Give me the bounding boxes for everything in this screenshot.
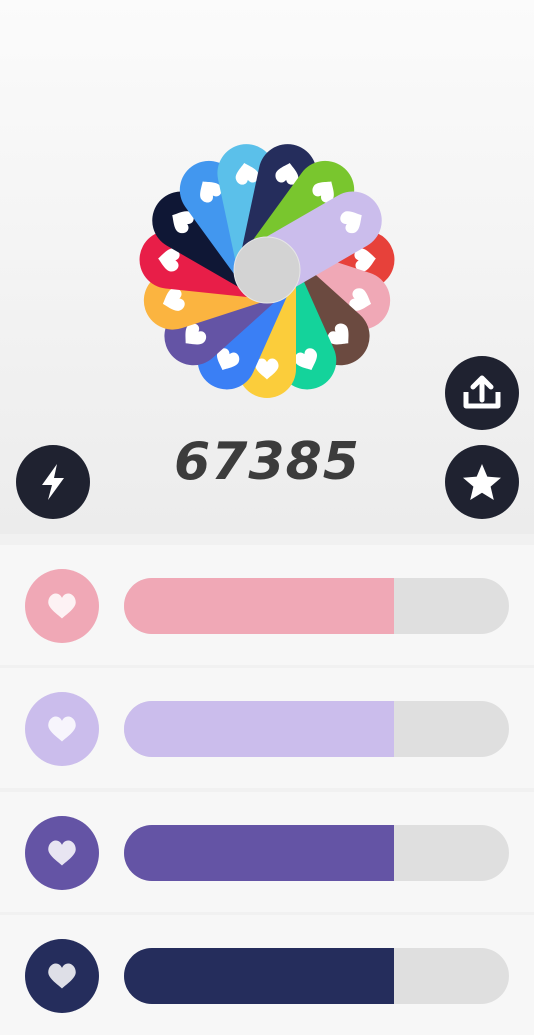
heart-icon (48, 840, 76, 866)
row-color-button[interactable] (25, 692, 99, 766)
color-wheel[interactable] (122, 125, 412, 415)
row-color-button[interactable] (25, 816, 99, 890)
color-row-pink[interactable] (0, 545, 534, 665)
row-progress-fill (124, 948, 394, 1004)
row-color-button[interactable] (25, 939, 99, 1013)
top-area: 67385 (0, 0, 534, 534)
score-display: 67385 (174, 432, 360, 492)
color-row-dark-navy[interactable] (0, 915, 534, 1035)
row-progress-fill (124, 701, 394, 757)
row-progress-bar (124, 578, 509, 634)
row-color-button[interactable] (25, 569, 99, 643)
favorite-button[interactable] (445, 445, 519, 519)
heart-icon (48, 593, 76, 619)
star-icon (463, 464, 501, 500)
heart-icon (48, 716, 76, 742)
row-progress-bar (124, 825, 509, 881)
share-upload-icon (463, 375, 501, 409)
lightning-icon (42, 464, 64, 500)
row-progress-fill (124, 578, 394, 634)
boost-button[interactable] (16, 445, 90, 519)
color-row-purple[interactable] (0, 792, 534, 912)
wheel-center[interactable] (233, 236, 301, 304)
share-button[interactable] (445, 356, 519, 430)
heart-icon (48, 963, 76, 989)
color-row-lavender[interactable] (0, 668, 534, 788)
row-progress-bar (124, 701, 509, 757)
row-progress-bar (124, 948, 509, 1004)
row-progress-fill (124, 825, 394, 881)
